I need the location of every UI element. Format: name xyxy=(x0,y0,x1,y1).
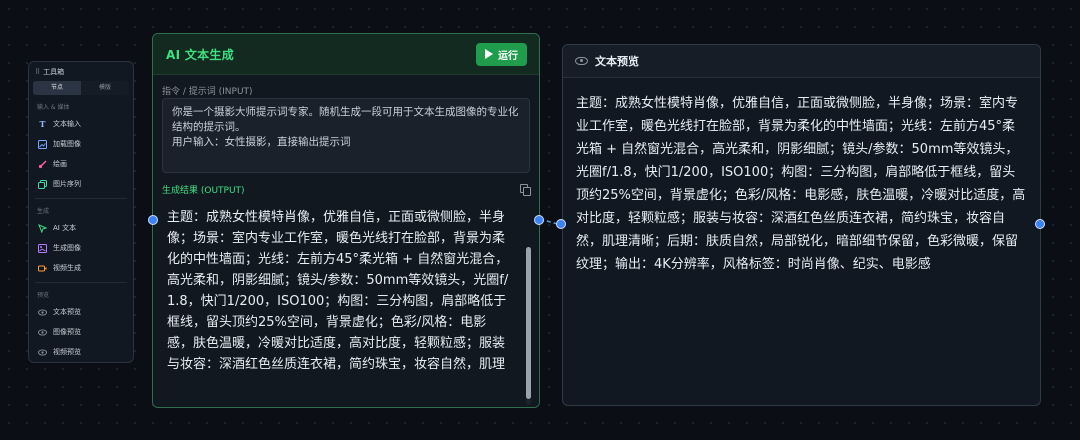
output-port-generator[interactable] xyxy=(534,215,544,225)
ai-text-node[interactable]: AI 文本生成 运行 指令 / 提示词 (INPUT) 你是一个摄影大师提示词专… xyxy=(152,33,540,408)
toolbox-item-label: 视频预览 xyxy=(53,348,81,356)
brush-icon xyxy=(38,160,47,169)
output-text[interactable]: 主题：成熟女性模特肖像，优雅自信，正面或微侧脸，半身像；场景：室内专业工作室，暖… xyxy=(162,207,530,377)
eye-icon xyxy=(38,308,47,317)
scrollbar-thumb[interactable] xyxy=(526,247,531,399)
toolbox-item-video-preview[interactable]: 视频预览 xyxy=(29,342,133,362)
toolbox-item-label: 图像预览 xyxy=(53,328,81,336)
toolbox-item-video-generate[interactable]: 视频生成 xyxy=(29,258,133,278)
input-port-preview[interactable] xyxy=(556,219,566,229)
video-icon xyxy=(38,264,47,273)
run-button[interactable]: 运行 xyxy=(476,42,527,66)
section-title-preview: 预览 xyxy=(37,292,50,299)
preview-title: 文本预览 xyxy=(595,55,639,68)
play-icon xyxy=(485,49,493,59)
section-title-input-media: 输入 & 媒体 xyxy=(37,104,70,111)
eye-icon xyxy=(38,328,47,337)
tab-templates[interactable]: 模版 xyxy=(81,81,129,95)
node-body: 指令 / 提示词 (INPUT) 你是一个摄影大师提示词专家。随机生成一段可用于… xyxy=(153,75,539,407)
toolbox-item-paint[interactable]: 绘画 xyxy=(29,154,133,174)
toolbox-item-label: 绘画 xyxy=(53,160,67,168)
toolbox-item-label: 加载图像 xyxy=(53,140,81,148)
node-title: AI 文本生成 xyxy=(166,47,235,62)
toolbox-item-label: 生成图像 xyxy=(53,244,81,252)
prompt-line: 用户输入：女性摄影，直接输出提示词 xyxy=(172,136,351,148)
toolbox-item-image-sequence[interactable]: 图片序列 xyxy=(29,174,133,194)
tab-nodes[interactable]: 节点 xyxy=(33,81,81,95)
toolbox-item-label: 文本输入 xyxy=(53,120,81,128)
generate-image-icon xyxy=(38,243,47,253)
sequence-icon xyxy=(38,179,47,189)
toolbox-item-load-image[interactable]: 加载图像 xyxy=(29,134,133,154)
output-port-preview[interactable] xyxy=(1035,219,1045,229)
toolbox-tabs: 节点 模版 xyxy=(33,81,129,95)
image-icon xyxy=(38,139,47,149)
text-preview-node[interactable]: 文本预览 主题：成熟女性模特肖像，优雅自信，正面或微侧脸，半身像；场景：室内专业… xyxy=(562,44,1041,406)
output-scrollbar[interactable] xyxy=(526,247,531,405)
ai-cursor-icon xyxy=(38,223,47,233)
toolbox-item-ai-text[interactable]: AI 文本 xyxy=(29,218,133,238)
toolbox-item-label: 视频生成 xyxy=(53,264,81,272)
output-header: 生成结果 (OUTPUT) xyxy=(162,181,531,197)
toolbox-header[interactable]: ⠿ 工具箱 xyxy=(29,62,133,81)
toolbox-item-label: AI 文本 xyxy=(53,224,77,232)
preview-text: 主题：成熟女性模特肖像，优雅自信，正面或微侧脸，半身像；场景：室内专业工作室，暖… xyxy=(576,96,1026,272)
eye-icon xyxy=(38,348,47,357)
toolbox-item-label: 图片序列 xyxy=(53,180,81,188)
toolbox-title: 工具箱 xyxy=(43,67,65,76)
prompt-line: 你是一个摄影大师提示词专家。随机生成一段可用于文本生成图像的专业化结构的提示词。 xyxy=(172,106,519,133)
toolbox-item-text-input[interactable]: T 文本输入 xyxy=(29,114,133,134)
output-label: 生成结果 (OUTPUT) xyxy=(162,185,245,196)
copy-icon[interactable] xyxy=(520,184,531,196)
drag-handle-icon[interactable]: ⠿ xyxy=(35,68,40,76)
eye-icon xyxy=(575,57,588,65)
prompt-input[interactable]: 你是一个摄影大师提示词专家。随机生成一段可用于文本生成图像的专业化结构的提示词。… xyxy=(162,98,530,173)
text-icon: T xyxy=(39,119,46,129)
input-label: 指令 / 提示词 (INPUT) xyxy=(162,87,253,97)
toolbox-item-text-preview[interactable]: 文本预览 xyxy=(29,302,133,322)
input-port-generator[interactable] xyxy=(148,215,158,225)
toolbox-item-label: 文本预览 xyxy=(53,308,81,316)
preview-header[interactable]: 文本预览 xyxy=(563,45,1040,78)
node-header[interactable]: AI 文本生成 运行 xyxy=(153,34,539,75)
section-title-generate: 生成 xyxy=(37,208,50,215)
toolbox-panel: ⠿ 工具箱 节点 模版 输入 & 媒体 T 文本输入 加载图像 绘画 图片序列 … xyxy=(28,61,134,363)
toolbox-item-generate-image[interactable]: 生成图像 xyxy=(29,238,133,258)
run-button-label: 运行 xyxy=(498,50,518,62)
toolbox-item-image-preview[interactable]: 图像预览 xyxy=(29,322,133,342)
